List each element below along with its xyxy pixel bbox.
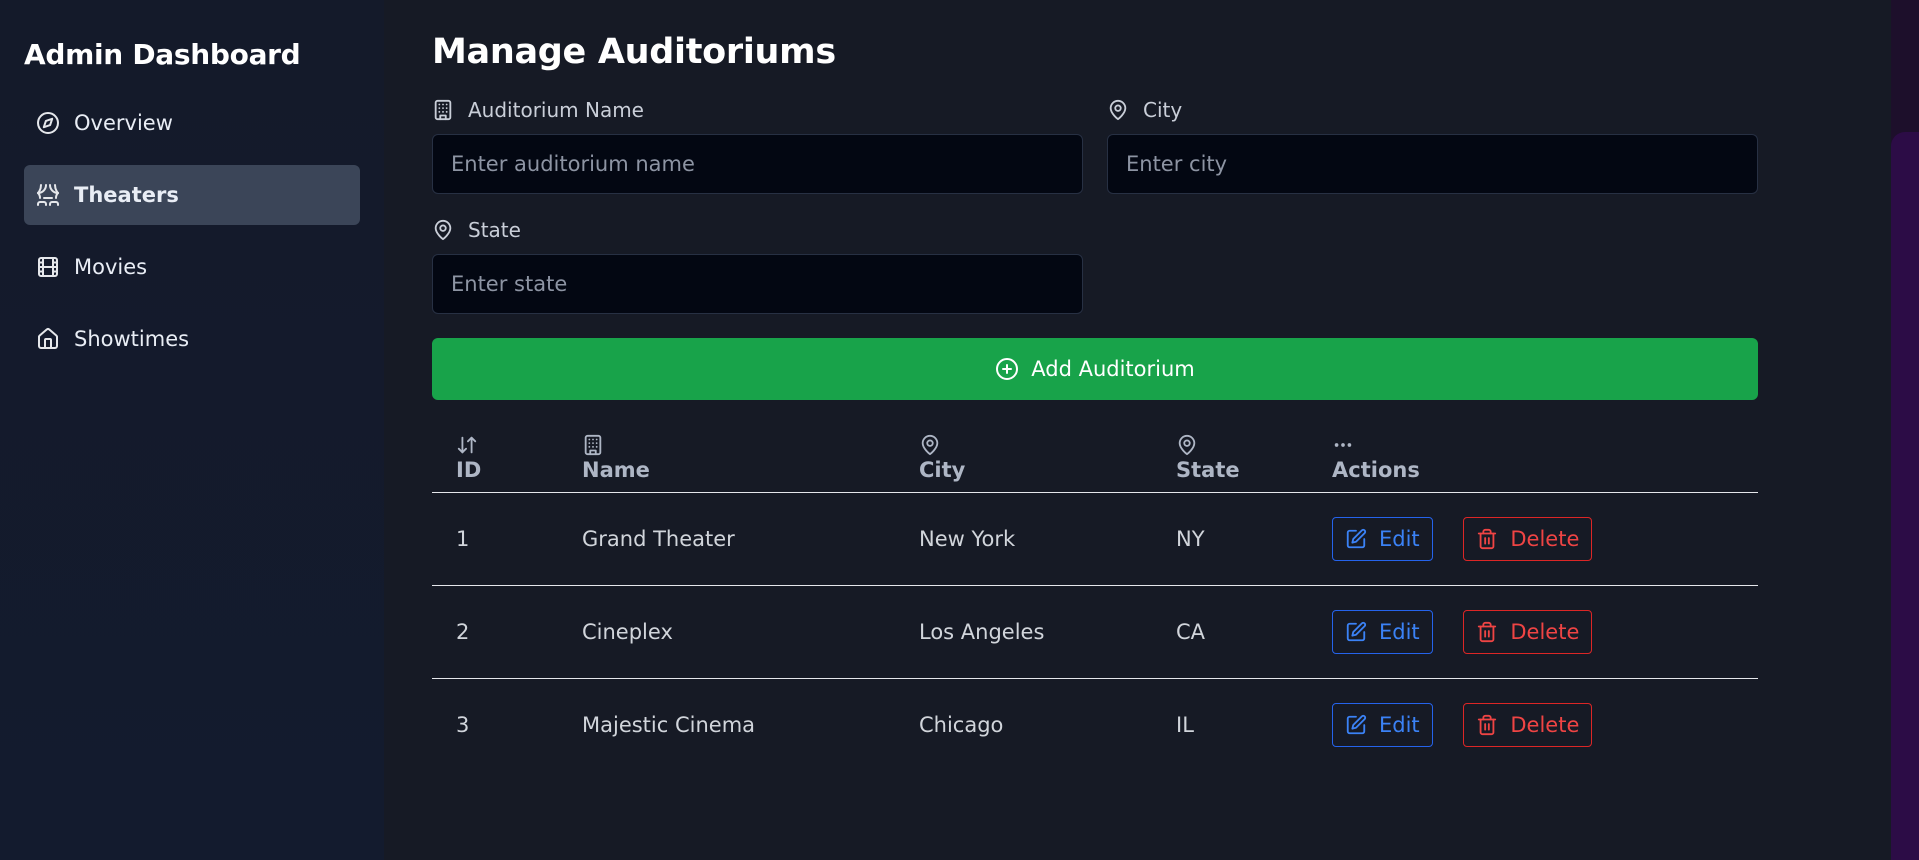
cell-state: NY xyxy=(1152,492,1308,586)
delete-button[interactable]: Delete xyxy=(1463,516,1593,561)
building-icon xyxy=(582,434,604,456)
city-field: City xyxy=(1107,98,1758,194)
map-pin-icon xyxy=(1107,99,1129,121)
cell-name: Grand Theater xyxy=(558,492,895,586)
home-icon xyxy=(36,327,60,351)
edit-icon xyxy=(1345,621,1367,643)
more-horizontal-icon xyxy=(1332,434,1354,456)
auditorium-name-input[interactable] xyxy=(432,134,1083,194)
edit-icon xyxy=(1345,528,1367,550)
sidebar-item-movies[interactable]: Movies xyxy=(24,237,360,297)
cell-actions: Edit Delete xyxy=(1308,492,1758,586)
header-state: State xyxy=(1152,430,1308,493)
scrollbar-thumb[interactable] xyxy=(1891,132,1919,860)
sidebar-item-theaters[interactable]: Theaters xyxy=(24,165,360,225)
edit-icon xyxy=(1345,714,1367,736)
main-content: Manage Auditoriums Auditorium Name City xyxy=(432,32,1758,771)
edit-button[interactable]: Edit xyxy=(1332,609,1433,654)
cell-city: New York xyxy=(895,492,1152,586)
cell-city: Chicago xyxy=(919,712,1004,737)
cell-id: 2 xyxy=(432,585,558,679)
edit-button[interactable]: Edit xyxy=(1332,516,1433,561)
cell-state: IL xyxy=(1176,712,1194,737)
delete-button[interactable]: Delete xyxy=(1463,609,1593,654)
sidebar-item-label: Overview xyxy=(74,111,173,135)
header-name: Name xyxy=(558,430,895,493)
state-field: State xyxy=(432,218,1083,314)
theater-icon xyxy=(36,183,60,207)
trash-icon xyxy=(1476,528,1498,550)
trash-icon xyxy=(1476,621,1498,643)
table-row: 3 Majestic Cinema Chicago IL Edit Delete xyxy=(432,678,1758,771)
table-row: 1 Grand Theater New York NY Edit Delete xyxy=(432,492,1758,586)
sidebar-item-label: Showtimes xyxy=(74,327,190,351)
delete-button[interactable]: Delete xyxy=(1463,702,1593,747)
table-header-row: ID Name City State Actions xyxy=(432,430,1758,493)
sidebar: Admin Dashboard Overview Theaters Movies… xyxy=(0,0,384,860)
header-id[interactable]: ID xyxy=(432,430,558,493)
cell-id: 1 xyxy=(432,492,558,586)
header-city: City xyxy=(895,430,1152,493)
sort-icon xyxy=(456,434,478,456)
map-pin-icon xyxy=(919,434,941,456)
name-label: Auditorium Name xyxy=(432,98,1083,122)
trash-icon xyxy=(1476,714,1498,736)
cell-state: CA xyxy=(1152,585,1308,679)
city-label: City xyxy=(1107,98,1758,122)
sidebar-item-label: Movies xyxy=(74,255,148,279)
film-icon xyxy=(36,255,60,279)
cell-actions: Edit Delete xyxy=(1308,678,1758,771)
name-field: Auditorium Name xyxy=(432,98,1083,194)
auditorium-form: Auditorium Name City State xyxy=(432,98,1758,314)
state-label: State xyxy=(432,218,1083,242)
sidebar-item-showtimes[interactable]: Showtimes xyxy=(24,309,360,369)
map-pin-icon xyxy=(432,219,454,241)
building-icon xyxy=(432,99,454,121)
app-title: Admin Dashboard xyxy=(24,38,301,71)
plus-circle-icon xyxy=(995,357,1019,381)
map-pin-icon xyxy=(1176,434,1198,456)
scrollbar[interactable] xyxy=(1891,0,1919,860)
cell-name: Cineplex xyxy=(558,585,895,679)
cell-city: Los Angeles xyxy=(895,585,1152,679)
sidebar-item-overview[interactable]: Overview xyxy=(24,93,360,153)
table-row: 2 Cineplex Los Angeles CA Edit Delete xyxy=(432,585,1758,679)
edit-button[interactable]: Edit xyxy=(1332,702,1433,747)
add-auditorium-button[interactable]: Add Auditorium xyxy=(432,338,1758,400)
cell-name: Majestic Cinema xyxy=(582,712,756,737)
sidebar-item-label: Theaters xyxy=(74,183,179,207)
page-title: Manage Auditoriums xyxy=(432,32,836,72)
state-input[interactable] xyxy=(432,254,1083,314)
header-actions: Actions xyxy=(1308,430,1758,493)
compass-icon xyxy=(36,111,60,135)
cell-id: 3 xyxy=(456,712,470,737)
auditoriums-table: ID Name City State Actions 1 Grand Theat… xyxy=(432,430,1758,771)
city-input[interactable] xyxy=(1107,134,1758,194)
cell-actions: Edit Delete xyxy=(1308,585,1758,679)
